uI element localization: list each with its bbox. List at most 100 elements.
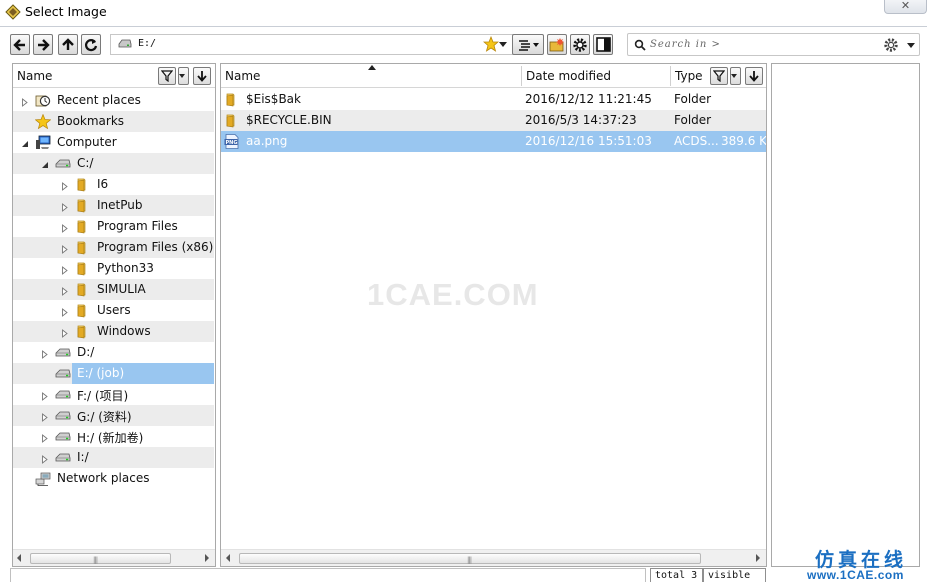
tree-item-label: Python33 — [97, 261, 154, 275]
column-header-type[interactable]: Type — [671, 64, 703, 88]
file-scroll-thumb[interactable]: ||| — [239, 553, 701, 564]
toolbar: E:/ — [10, 32, 920, 58]
column-header-date-modified[interactable]: Date modified — [522, 64, 611, 88]
tree-item[interactable]: E:/ (job) — [13, 363, 214, 384]
folder-icon — [75, 303, 91, 318]
scroll-left-icon[interactable] — [17, 554, 21, 562]
collapsed-arrow-icon[interactable] — [41, 348, 49, 359]
collapsed-arrow-icon[interactable] — [61, 264, 69, 275]
app-icon — [5, 4, 21, 20]
tree-header: Name — [13, 64, 215, 88]
file-horizontal-scrollbar[interactable]: ||| — [221, 549, 766, 566]
tree-item[interactable]: D:/ — [13, 342, 214, 363]
file-row[interactable]: PNG aa.png 2016/12/16 15:51:03 ACDS... 389.6… — [221, 131, 766, 152]
tree-sort-button[interactable] — [193, 67, 211, 85]
preview-pane-button[interactable] — [593, 34, 613, 55]
file-name: $RECYCLE.BIN — [246, 113, 332, 127]
network-places-icon — [35, 471, 51, 486]
tree-scroll-thumb[interactable]: ||| — [30, 553, 171, 564]
view-mode-button[interactable] — [512, 34, 544, 55]
tree-item[interactable]: Computer — [13, 132, 214, 153]
status-visible: visible 3 — [703, 568, 766, 582]
status-total: total 3 — [650, 568, 703, 582]
collapsed-arrow-icon[interactable] — [61, 180, 69, 191]
back-arrow-icon — [13, 38, 25, 51]
tree-item[interactable]: I:/ — [13, 447, 214, 468]
tree-item-label: F:/ (项目) — [77, 389, 129, 403]
scroll-right-icon[interactable] — [205, 554, 209, 562]
forward-button[interactable] — [33, 34, 53, 55]
scroll-right-icon[interactable] — [756, 554, 760, 562]
tree-filter-dropdown[interactable] — [178, 67, 189, 85]
history-dropdown-icon[interactable] — [499, 42, 507, 47]
path-field[interactable]: E:/ — [110, 34, 528, 55]
tree-header-name[interactable]: Name — [13, 64, 52, 88]
refresh-button[interactable] — [81, 34, 101, 55]
collapsed-arrow-icon[interactable] — [21, 96, 29, 107]
search-box[interactable] — [627, 33, 920, 56]
tree-horizontal-scrollbar[interactable]: ||| — [13, 549, 215, 566]
close-button[interactable]: ✕ — [884, 0, 927, 14]
tree-item[interactable]: Windows — [13, 321, 214, 342]
tree-item-label: G:/ (资料) — [77, 410, 132, 424]
tree-item-label: InetPub — [97, 198, 143, 212]
collapsed-arrow-icon[interactable] — [61, 327, 69, 338]
file-name: $Eis$Bak — [246, 92, 301, 106]
up-button[interactable] — [58, 34, 78, 55]
forward-arrow-icon — [38, 38, 50, 51]
drive-icon — [55, 429, 71, 444]
frame-divider — [0, 26, 927, 27]
tree-item[interactable]: G:/ (资料) — [13, 405, 214, 426]
tree-item[interactable]: Program Files — [13, 216, 214, 237]
collapsed-arrow-icon[interactable] — [41, 453, 49, 464]
tree-item[interactable]: F:/ (项目) — [13, 384, 214, 405]
file-row[interactable]: $RECYCLE.BIN 2016/5/3 14:37:23 Folder — [221, 110, 766, 131]
close-icon: ✕ — [900, 0, 911, 12]
scroll-left-icon[interactable] — [226, 554, 230, 562]
folder-icon — [75, 240, 91, 255]
column-header-name[interactable]: Name — [221, 64, 260, 88]
search-input[interactable] — [650, 36, 870, 53]
tree-item[interactable]: Program Files (x86) — [13, 237, 214, 258]
file-filter-dropdown[interactable] — [730, 67, 741, 85]
collapsed-arrow-icon[interactable] — [41, 432, 49, 443]
tree-item[interactable]: Bookmarks — [13, 111, 214, 132]
expanded-arrow-icon[interactable] — [21, 138, 29, 147]
tree-item[interactable]: InetPub — [13, 195, 214, 216]
tree-filter-button[interactable] — [158, 67, 176, 85]
collapsed-arrow-icon[interactable] — [61, 285, 69, 296]
file-list-header: Name Date modified Type — [221, 64, 766, 88]
new-folder-button[interactable] — [547, 34, 567, 55]
star-icon[interactable] — [483, 36, 499, 52]
collapsed-arrow-icon[interactable] — [41, 411, 49, 422]
tree-item-label: C:/ — [77, 156, 94, 170]
tree-item[interactable]: Python33 — [13, 258, 214, 279]
tree-item[interactable]: Network places — [13, 468, 214, 489]
sort-down-icon — [749, 71, 759, 82]
back-button[interactable] — [10, 34, 30, 55]
tree-item[interactable]: H:/ (新加卷) — [13, 426, 214, 447]
file-type: Folder — [674, 113, 712, 127]
expanded-arrow-icon[interactable] — [41, 159, 49, 168]
settings-button[interactable] — [570, 34, 590, 55]
search-options-gear-icon[interactable] — [883, 37, 899, 53]
tree-item[interactable]: Recent places — [13, 90, 214, 111]
folder-icon — [75, 219, 91, 234]
tree-item-label: E:/ (job) — [77, 366, 125, 380]
folder-icon — [75, 324, 91, 339]
collapsed-arrow-icon[interactable] — [61, 222, 69, 233]
collapsed-arrow-icon[interactable] — [61, 306, 69, 317]
file-sort-button[interactable] — [745, 67, 763, 85]
collapsed-arrow-icon[interactable] — [61, 243, 69, 254]
file-filter-button[interactable] — [710, 67, 728, 85]
up-arrow-icon — [62, 37, 74, 50]
tree-item[interactable]: C:/ — [13, 153, 214, 174]
collapsed-arrow-icon[interactable] — [41, 390, 49, 401]
search-options-dropdown-icon[interactable] — [907, 43, 915, 48]
file-row[interactable]: $Eis$Bak 2016/12/12 11:21:45 Folder — [221, 89, 766, 110]
tree-item[interactable]: Users — [13, 300, 214, 321]
tree-item[interactable]: I6 — [13, 174, 214, 195]
folder-icon — [75, 177, 91, 192]
tree-item[interactable]: SIMULIA — [13, 279, 214, 300]
collapsed-arrow-icon[interactable] — [61, 201, 69, 212]
